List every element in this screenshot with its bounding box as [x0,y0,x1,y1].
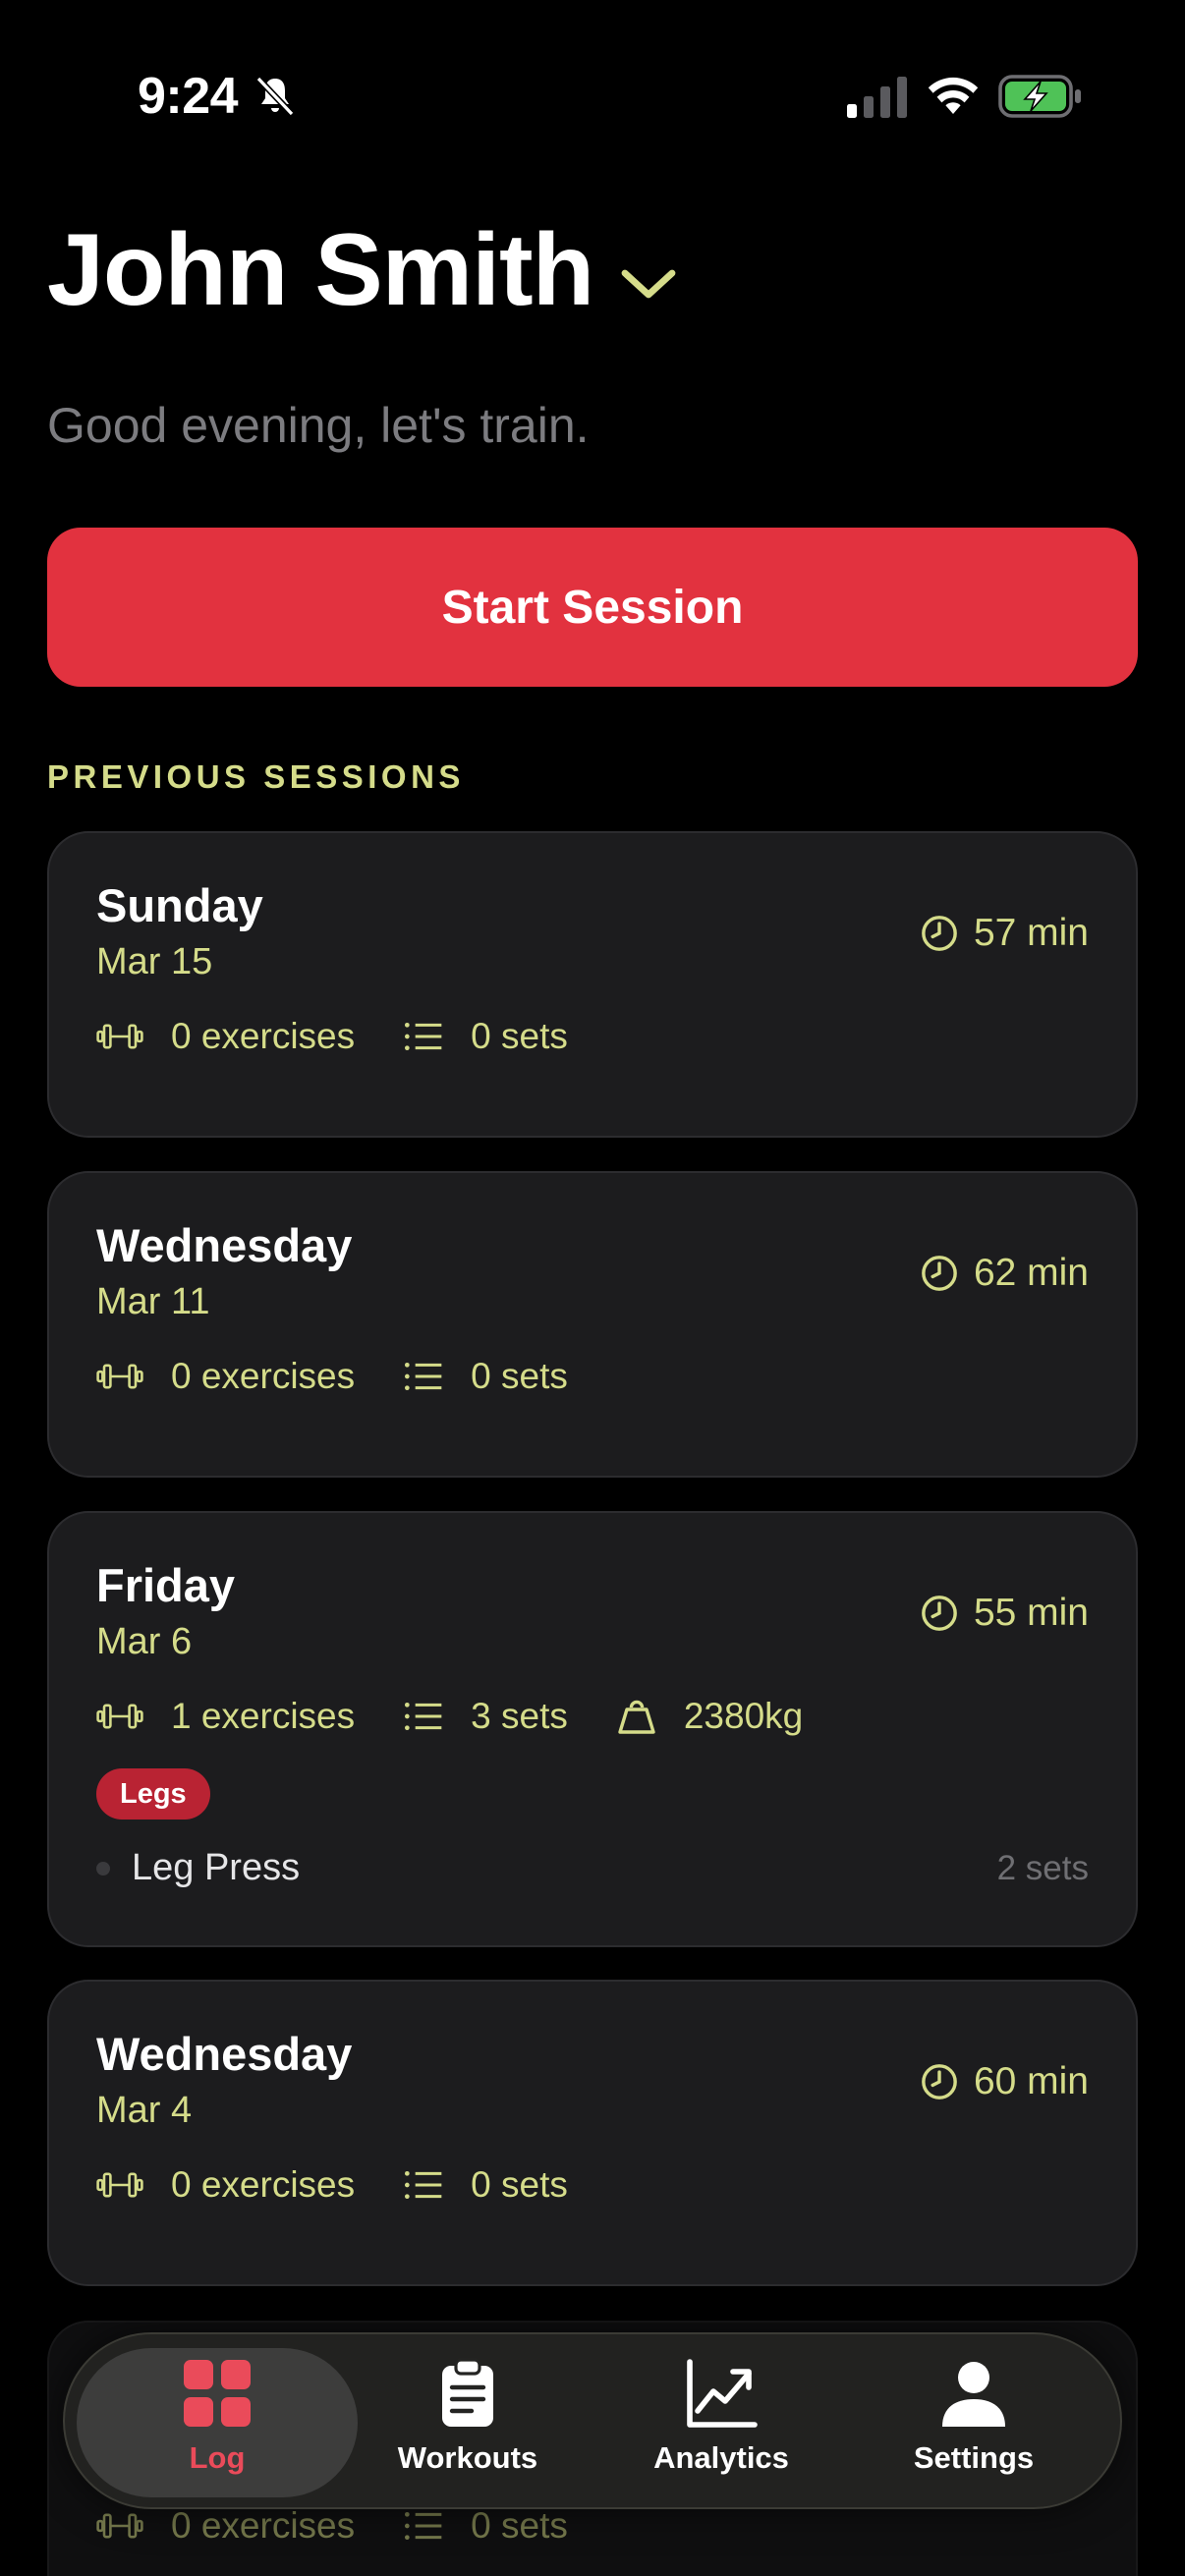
list-icon [405,2512,442,2540]
set-count: 3 sets [404,1696,568,1737]
set-count-text: 0 sets [471,2505,568,2546]
set-count: 0 sets [404,2505,568,2547]
battery-charging-icon [998,75,1081,118]
section-label-previous-sessions: PREVIOUS SESSIONS [47,758,465,795]
duration-value: 57 min [973,912,1089,954]
exercise-count: 0 exercises [96,2505,355,2547]
dumbbell-icon [96,1364,143,1389]
session-date: Mar 6 [96,1621,193,1662]
session-day: Sunday [96,879,263,931]
exercise-count-text: 0 exercises [171,2164,356,2205]
set-count-text: 3 sets [471,1696,568,1736]
bell-slash-icon [255,76,295,117]
total-volume: 2380kg [617,1696,803,1737]
session-card[interactable]: Wednesday Mar 4 60 min 0 exercises 0 set… [47,1980,1138,2286]
session-date: Mar 4 [96,2090,193,2131]
duration-value: 62 min [973,1252,1089,1294]
tab-workouts[interactable]: Workouts [360,2356,576,2493]
dumbbell-icon [96,2172,143,2198]
greeting-text: Good evening, let's train. [47,398,590,453]
session-stats: 1 exercises 3 sets 2380kg [96,1696,852,1737]
clipboard-icon [442,2358,493,2427]
tab-label: Log [189,2440,246,2475]
session-card[interactable]: Wednesday Mar 11 62 min 0 exercises 0 se… [47,1171,1138,1478]
cellular-signal-icon [847,77,907,118]
exercise-count: 0 exercises [96,1356,355,1397]
session-card[interactable]: Friday Mar 6 55 min 1 exercises 3 sets 2… [47,1511,1138,1947]
exercise-count-text: 1 exercises [171,1696,356,1736]
session-day: Wednesday [96,1219,353,1271]
set-count: 0 sets [404,1356,568,1397]
tab-settings[interactable]: Settings [866,2356,1082,2493]
list-icon [405,1023,442,1050]
tab-label: Analytics [653,2440,789,2475]
tab-log[interactable]: Log [109,2356,325,2493]
status-time: 9:24 [138,68,239,125]
exercise-count: 0 exercises [96,2164,355,2206]
start-session-button[interactable]: Start Session [47,528,1138,687]
session-duration: 55 min [921,1592,1089,1635]
set-count: 0 sets [404,1016,568,1057]
exercise-sets: 2 sets [996,1848,1089,1887]
session-day: Friday [96,1559,236,1611]
set-count-text: 0 sets [471,2164,568,2205]
session-card[interactable]: Sunday Mar 15 57 min 0 exercises 0 sets [47,831,1138,1138]
grid-icon [184,2360,251,2427]
dumbbell-icon [96,2513,143,2539]
session-duration: 60 min [921,2060,1089,2103]
tab-analytics[interactable]: Analytics [613,2356,829,2493]
exercise-count-text: 0 exercises [171,1016,356,1056]
session-date: Mar 15 [96,941,213,982]
exercise-bullet [96,1861,110,1876]
kettlebell-icon [618,1700,655,1734]
duration-value: 60 min [973,2060,1089,2102]
clock-icon [922,1596,957,1631]
clock-icon [922,916,957,951]
tab-label: Workouts [397,2440,538,2475]
list-icon [405,2171,442,2199]
list-icon [405,1363,442,1390]
session-duration: 57 min [921,912,1089,955]
session-day: Wednesday [96,2028,353,2080]
muscle-group-tag: Legs [96,1768,210,1820]
chevron-down-icon [621,269,676,299]
dumbbell-icon [96,1024,143,1049]
person-icon [942,2362,1005,2427]
exercise-count-text: 0 exercises [171,1356,356,1396]
list-icon [405,1703,442,1730]
status-bar: 9:24 [0,0,1185,187]
exercise-row: Leg Press 2 sets [96,1847,1089,1889]
exercise-name: Leg Press [132,1847,301,1888]
wifi-icon [928,77,979,114]
set-count-text: 0 sets [471,1356,568,1396]
volume-text: 2380kg [683,1696,804,1736]
exercise-count: 1 exercises [96,1696,355,1737]
session-stats: 0 exercises 0 sets [96,2164,617,2206]
user-switcher[interactable]: John Smith [47,206,678,334]
session-duration: 62 min [921,1252,1089,1295]
clock-icon [922,1256,957,1291]
user-name: John Smith [47,213,594,327]
session-stats: 0 exercises 0 sets [96,2505,617,2547]
session-date: Mar 11 [96,1281,210,1322]
duration-value: 55 min [973,1592,1089,1634]
session-stats: 0 exercises 0 sets [96,1356,617,1397]
set-count: 0 sets [404,2164,568,2206]
tab-bar: Log Workouts Analytics Settings [63,2332,1122,2509]
dumbbell-icon [96,1704,143,1729]
app-screen: 9:24 John Smith Good evening, let's trai… [0,0,1185,2576]
session-stats: 0 exercises 0 sets [96,1016,617,1057]
set-count-text: 0 sets [471,1016,568,1056]
exercise-count: 0 exercises [96,1016,355,1057]
clock-icon [922,2064,957,2100]
tab-label: Settings [913,2440,1035,2475]
exercise-count-text: 0 exercises [171,2505,356,2546]
chart-line-icon [687,2359,758,2428]
